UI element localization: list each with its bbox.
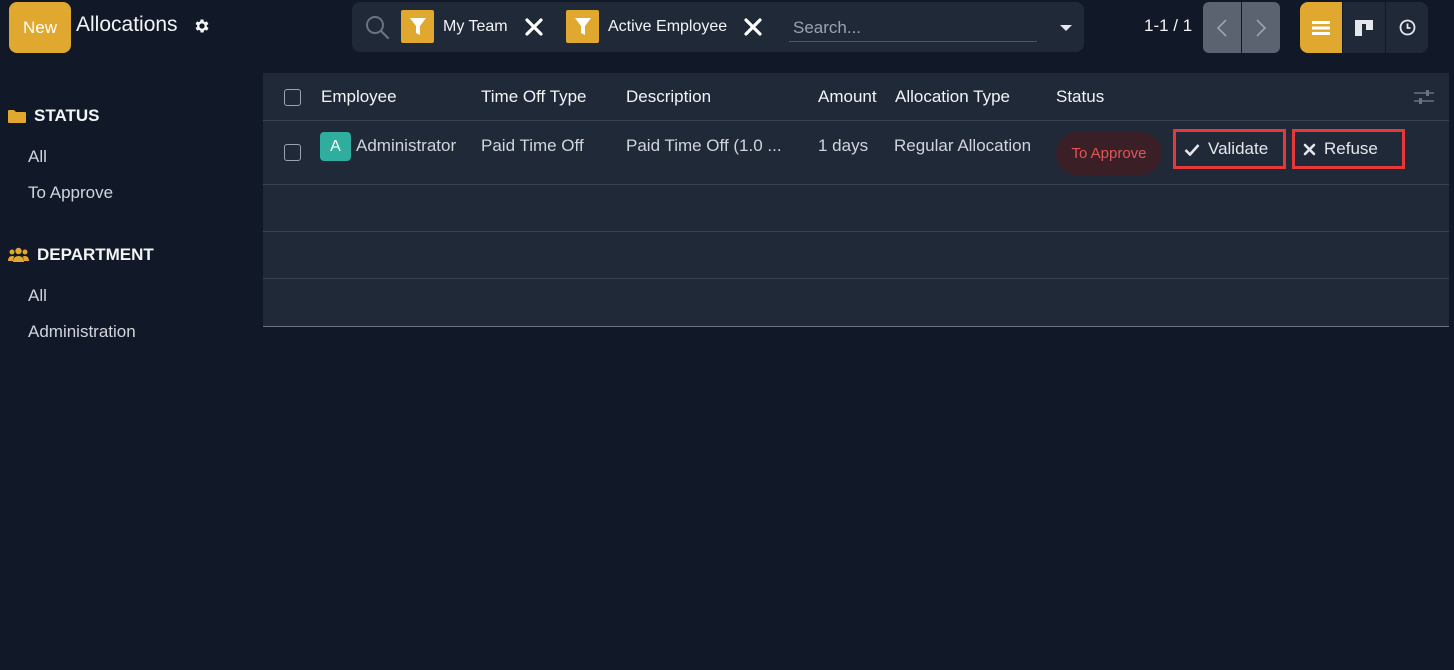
cell-amount: 1 days [818,136,869,155]
facet-label: Active Employee [608,17,728,35]
empty-row [263,279,1449,327]
facet-active-employee: Active Employee [566,10,763,43]
new-button[interactable]: New [9,2,71,53]
validate-button[interactable]: Validate [1173,129,1286,169]
sidebar-heading-department: DEPARTMENT [8,245,154,265]
gear-icon[interactable] [193,17,211,35]
close-icon[interactable] [743,17,763,37]
column-header-description[interactable]: Description [626,87,711,107]
sidebar-heading-label: STATUS [34,106,100,125]
close-icon [1303,143,1316,155]
kanban-view-button[interactable] [1343,2,1385,53]
optional-columns-icon[interactable] [1414,88,1434,106]
status-badge: To Approve [1056,132,1162,175]
column-header-allocation-type[interactable]: Allocation Type [895,87,1010,107]
check-icon [1184,143,1200,156]
select-all-checkbox[interactable] [284,89,301,106]
pager-previous-button[interactable] [1203,2,1241,53]
sidebar-item-department-all[interactable]: All [28,286,47,306]
search-panel: My Team Active Employee [352,2,1084,52]
search-input[interactable] [789,14,1037,42]
chevron-right-icon [1256,18,1267,37]
users-icon [8,247,29,262]
cell-time-off-type: Paid Time Off [481,136,584,155]
avatar: A [320,132,351,161]
clock-icon [1399,19,1415,36]
facet-my-team: My Team [401,10,544,43]
pager-value[interactable]: 1-1 / 1 [1144,16,1192,36]
table-row[interactable]: A Administrator Paid Time Off Paid Time … [263,122,1449,185]
cell-allocation-type: Regular Allocation [894,136,1032,155]
kanban-icon [1355,19,1373,36]
list-icon [1312,20,1330,35]
cell-employee: Administrator [356,136,457,155]
empty-row [263,232,1449,279]
facet-label: My Team [443,17,508,35]
sidebar-item-to-approve[interactable]: To Approve [28,183,113,203]
refuse-button[interactable]: Refuse [1292,129,1405,169]
sidebar-item-administration[interactable]: Administration [28,322,136,342]
filter-icon [566,10,599,43]
pager-next-button[interactable] [1242,2,1280,53]
row-checkbox[interactable] [284,144,301,161]
column-header-status[interactable]: Status [1056,87,1104,107]
column-header-amount[interactable]: Amount [818,87,877,107]
allocations-list: Employee Time Off Type Description Amoun… [263,73,1449,327]
list-header: Employee Time Off Type Description Amoun… [263,73,1449,121]
column-header-time-off-type[interactable]: Time Off Type [481,87,587,107]
chevron-left-icon [1216,18,1227,37]
column-header-employee[interactable]: Employee [321,87,397,107]
folder-icon [8,109,26,123]
chevron-down-icon[interactable] [1060,25,1072,31]
validate-label: Validate [1208,139,1269,158]
search-icon[interactable] [364,14,390,40]
filter-icon [401,10,434,43]
empty-row [263,185,1449,232]
close-icon[interactable] [524,17,544,37]
refuse-label: Refuse [1324,139,1378,158]
sidebar-heading-status: STATUS [8,106,99,126]
page-title: Allocations [76,13,178,36]
list-view-button[interactable] [1300,2,1342,53]
sidebar-heading-label: DEPARTMENT [37,245,154,264]
cell-description: Paid Time Off (1.0 ... [626,136,782,155]
sidebar-item-status-all[interactable]: All [28,147,47,167]
activity-view-button[interactable] [1386,2,1428,53]
